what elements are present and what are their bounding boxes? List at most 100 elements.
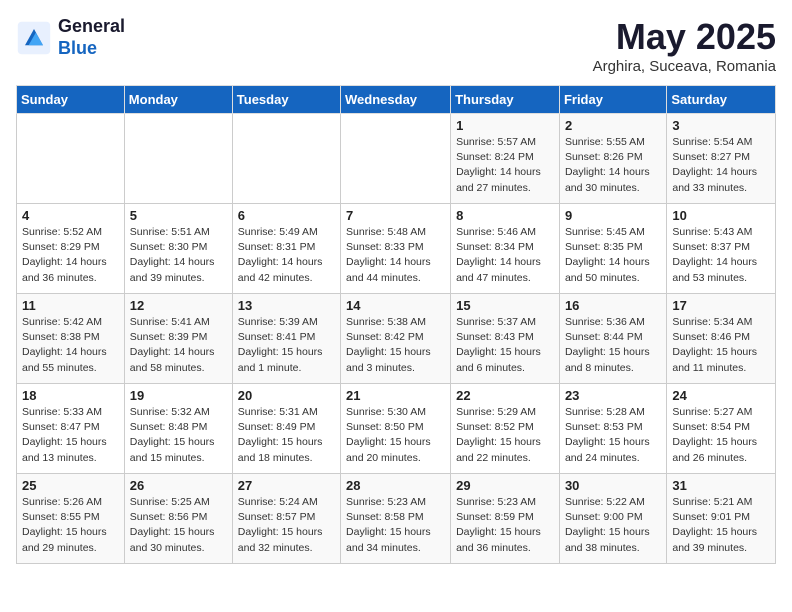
weekday-header: Monday	[124, 86, 232, 114]
day-info: Sunrise: 5:21 AM Sunset: 9:01 PM Dayligh…	[672, 495, 770, 556]
calendar-cell	[232, 114, 340, 204]
day-info: Sunrise: 5:26 AM Sunset: 8:55 PM Dayligh…	[22, 495, 119, 556]
day-number: 20	[238, 388, 335, 403]
day-number: 11	[22, 298, 119, 313]
weekday-header: Sunday	[17, 86, 125, 114]
weekday-header-row: SundayMondayTuesdayWednesdayThursdayFrid…	[17, 86, 776, 114]
day-number: 2	[565, 118, 661, 133]
day-number: 4	[22, 208, 119, 223]
month-title: May 2025	[593, 16, 776, 58]
day-info: Sunrise: 5:54 AM Sunset: 8:27 PM Dayligh…	[672, 135, 770, 196]
day-number: 8	[456, 208, 554, 223]
page-header: General Blue May 2025 Arghira, Suceava, …	[16, 16, 776, 75]
calendar-cell: 29Sunrise: 5:23 AM Sunset: 8:59 PM Dayli…	[451, 474, 560, 564]
calendar-cell: 4Sunrise: 5:52 AM Sunset: 8:29 PM Daylig…	[17, 204, 125, 294]
calendar-cell: 12 Sunrise: 5:41 AM Sunset: 8:39 PM Dayli…	[124, 294, 232, 384]
day-info: Sunrise: 5:32 AM Sunset: 8:48 PM Dayligh…	[130, 405, 227, 466]
calendar-week-row: 4Sunrise: 5:52 AM Sunset: 8:29 PM Daylig…	[17, 204, 776, 294]
day-info: Sunrise: 5:57 AM Sunset: 8:24 PM Dayligh…	[456, 135, 554, 196]
weekday-header: Friday	[559, 86, 666, 114]
calendar-cell: 25 Sunrise: 5:26 AM Sunset: 8:55 PM Dayli…	[17, 474, 125, 564]
logo-line2: Blue	[58, 38, 125, 60]
calendar-week-row: 11Sunrise: 5:42 AM Sunset: 8:38 PM Dayli…	[17, 294, 776, 384]
day-number: 15	[456, 298, 554, 313]
day-number: 31	[672, 478, 770, 493]
calendar-cell	[341, 114, 451, 204]
day-number: 7	[346, 208, 445, 223]
calendar-cell: 24Sunrise: 5:27 AM Sunset: 8:54 PM Dayli…	[667, 384, 776, 474]
calendar-cell: 2 Sunrise: 5:55 AM Sunset: 8:26 PM Daylig…	[559, 114, 666, 204]
day-info: Sunrise: 5:33 AM Sunset: 8:47 PM Dayligh…	[22, 405, 119, 466]
day-info: Sunrise: 5:38 AM Sunset: 8:42 PM Dayligh…	[346, 315, 445, 376]
calendar-cell: 22 Sunrise: 5:29 AM Sunset: 8:52 PM Dayli…	[451, 384, 560, 474]
weekday-header: Tuesday	[232, 86, 340, 114]
day-info: Sunrise: 5:34 AM Sunset: 8:46 PM Dayligh…	[672, 315, 770, 376]
calendar-cell: 7Sunrise: 5:48 AM Sunset: 8:33 PM Daylig…	[341, 204, 451, 294]
calendar-week-row: 25 Sunrise: 5:26 AM Sunset: 8:55 PM Dayli…	[17, 474, 776, 564]
logo-line1: General	[58, 16, 125, 38]
day-number: 30	[565, 478, 661, 493]
calendar-cell: 17Sunrise: 5:34 AM Sunset: 8:46 PM Dayli…	[667, 294, 776, 384]
day-info: Sunrise: 5:25 AM Sunset: 8:56 PM Dayligh…	[130, 495, 227, 556]
calendar-cell: 3 Sunrise: 5:54 AM Sunset: 8:27 PM Daylig…	[667, 114, 776, 204]
day-number: 19	[130, 388, 227, 403]
day-info: Sunrise: 5:22 AM Sunset: 9:00 PM Dayligh…	[565, 495, 661, 556]
calendar-table: SundayMondayTuesdayWednesdayThursdayFrid…	[16, 85, 776, 564]
calendar-cell: 19 Sunrise: 5:32 AM Sunset: 8:48 PM Dayli…	[124, 384, 232, 474]
calendar-cell: 10 Sunrise: 5:43 AM Sunset: 8:37 PM Dayli…	[667, 204, 776, 294]
calendar-cell: 16Sunrise: 5:36 AM Sunset: 8:44 PM Dayli…	[559, 294, 666, 384]
weekday-header: Thursday	[451, 86, 560, 114]
calendar-cell	[124, 114, 232, 204]
day-number: 29	[456, 478, 554, 493]
day-number: 22	[456, 388, 554, 403]
calendar-cell: 1 Sunrise: 5:57 AM Sunset: 8:24 PM Daylig…	[451, 114, 560, 204]
calendar-cell: 9 Sunrise: 5:45 AM Sunset: 8:35 PM Daylig…	[559, 204, 666, 294]
calendar-cell: 15 Sunrise: 5:37 AM Sunset: 8:43 PM Dayli…	[451, 294, 560, 384]
title-block: May 2025 Arghira, Suceava, Romania	[593, 16, 776, 75]
calendar-week-row: 18 Sunrise: 5:33 AM Sunset: 8:47 PM Dayli…	[17, 384, 776, 474]
day-number: 25	[22, 478, 119, 493]
calendar-cell: 6Sunrise: 5:49 AM Sunset: 8:31 PM Daylig…	[232, 204, 340, 294]
calendar-cell: 28 Sunrise: 5:23 AM Sunset: 8:58 PM Dayli…	[341, 474, 451, 564]
day-number: 18	[22, 388, 119, 403]
day-number: 21	[346, 388, 445, 403]
day-number: 26	[130, 478, 227, 493]
calendar-cell: 23Sunrise: 5:28 AM Sunset: 8:53 PM Dayli…	[559, 384, 666, 474]
day-info: Sunrise: 5:37 AM Sunset: 8:43 PM Dayligh…	[456, 315, 554, 376]
calendar-cell: 20Sunrise: 5:31 AM Sunset: 8:49 PM Dayli…	[232, 384, 340, 474]
location-subtitle: Arghira, Suceava, Romania	[593, 58, 776, 75]
calendar-cell: 31 Sunrise: 5:21 AM Sunset: 9:01 PM Dayli…	[667, 474, 776, 564]
day-number: 10	[672, 208, 770, 223]
day-info: Sunrise: 5:46 AM Sunset: 8:34 PM Dayligh…	[456, 225, 554, 286]
day-number: 6	[238, 208, 335, 223]
day-number: 9	[565, 208, 661, 223]
weekday-header: Saturday	[667, 86, 776, 114]
day-number: 3	[672, 118, 770, 133]
day-number: 28	[346, 478, 445, 493]
calendar-cell: 30 Sunrise: 5:22 AM Sunset: 9:00 PM Dayli…	[559, 474, 666, 564]
day-info: Sunrise: 5:30 AM Sunset: 8:50 PM Dayligh…	[346, 405, 445, 466]
day-info: Sunrise: 5:51 AM Sunset: 8:30 PM Dayligh…	[130, 225, 227, 286]
logo: General Blue	[16, 16, 125, 59]
day-number: 1	[456, 118, 554, 133]
day-number: 14	[346, 298, 445, 313]
day-info: Sunrise: 5:36 AM Sunset: 8:44 PM Dayligh…	[565, 315, 661, 376]
day-info: Sunrise: 5:55 AM Sunset: 8:26 PM Dayligh…	[565, 135, 661, 196]
logo-icon	[16, 20, 52, 56]
day-number: 27	[238, 478, 335, 493]
day-number: 12	[130, 298, 227, 313]
day-info: Sunrise: 5:41 AM Sunset: 8:39 PM Dayligh…	[130, 315, 227, 376]
calendar-cell	[17, 114, 125, 204]
day-info: Sunrise: 5:45 AM Sunset: 8:35 PM Dayligh…	[565, 225, 661, 286]
day-info: Sunrise: 5:23 AM Sunset: 8:58 PM Dayligh…	[346, 495, 445, 556]
day-info: Sunrise: 5:43 AM Sunset: 8:37 PM Dayligh…	[672, 225, 770, 286]
calendar-cell: 11Sunrise: 5:42 AM Sunset: 8:38 PM Dayli…	[17, 294, 125, 384]
day-number: 13	[238, 298, 335, 313]
calendar-cell: 21 Sunrise: 5:30 AM Sunset: 8:50 PM Dayli…	[341, 384, 451, 474]
day-number: 23	[565, 388, 661, 403]
calendar-cell: 14 Sunrise: 5:38 AM Sunset: 8:42 PM Dayli…	[341, 294, 451, 384]
day-info: Sunrise: 5:29 AM Sunset: 8:52 PM Dayligh…	[456, 405, 554, 466]
day-info: Sunrise: 5:24 AM Sunset: 8:57 PM Dayligh…	[238, 495, 335, 556]
day-number: 24	[672, 388, 770, 403]
calendar-cell: 8 Sunrise: 5:46 AM Sunset: 8:34 PM Daylig…	[451, 204, 560, 294]
